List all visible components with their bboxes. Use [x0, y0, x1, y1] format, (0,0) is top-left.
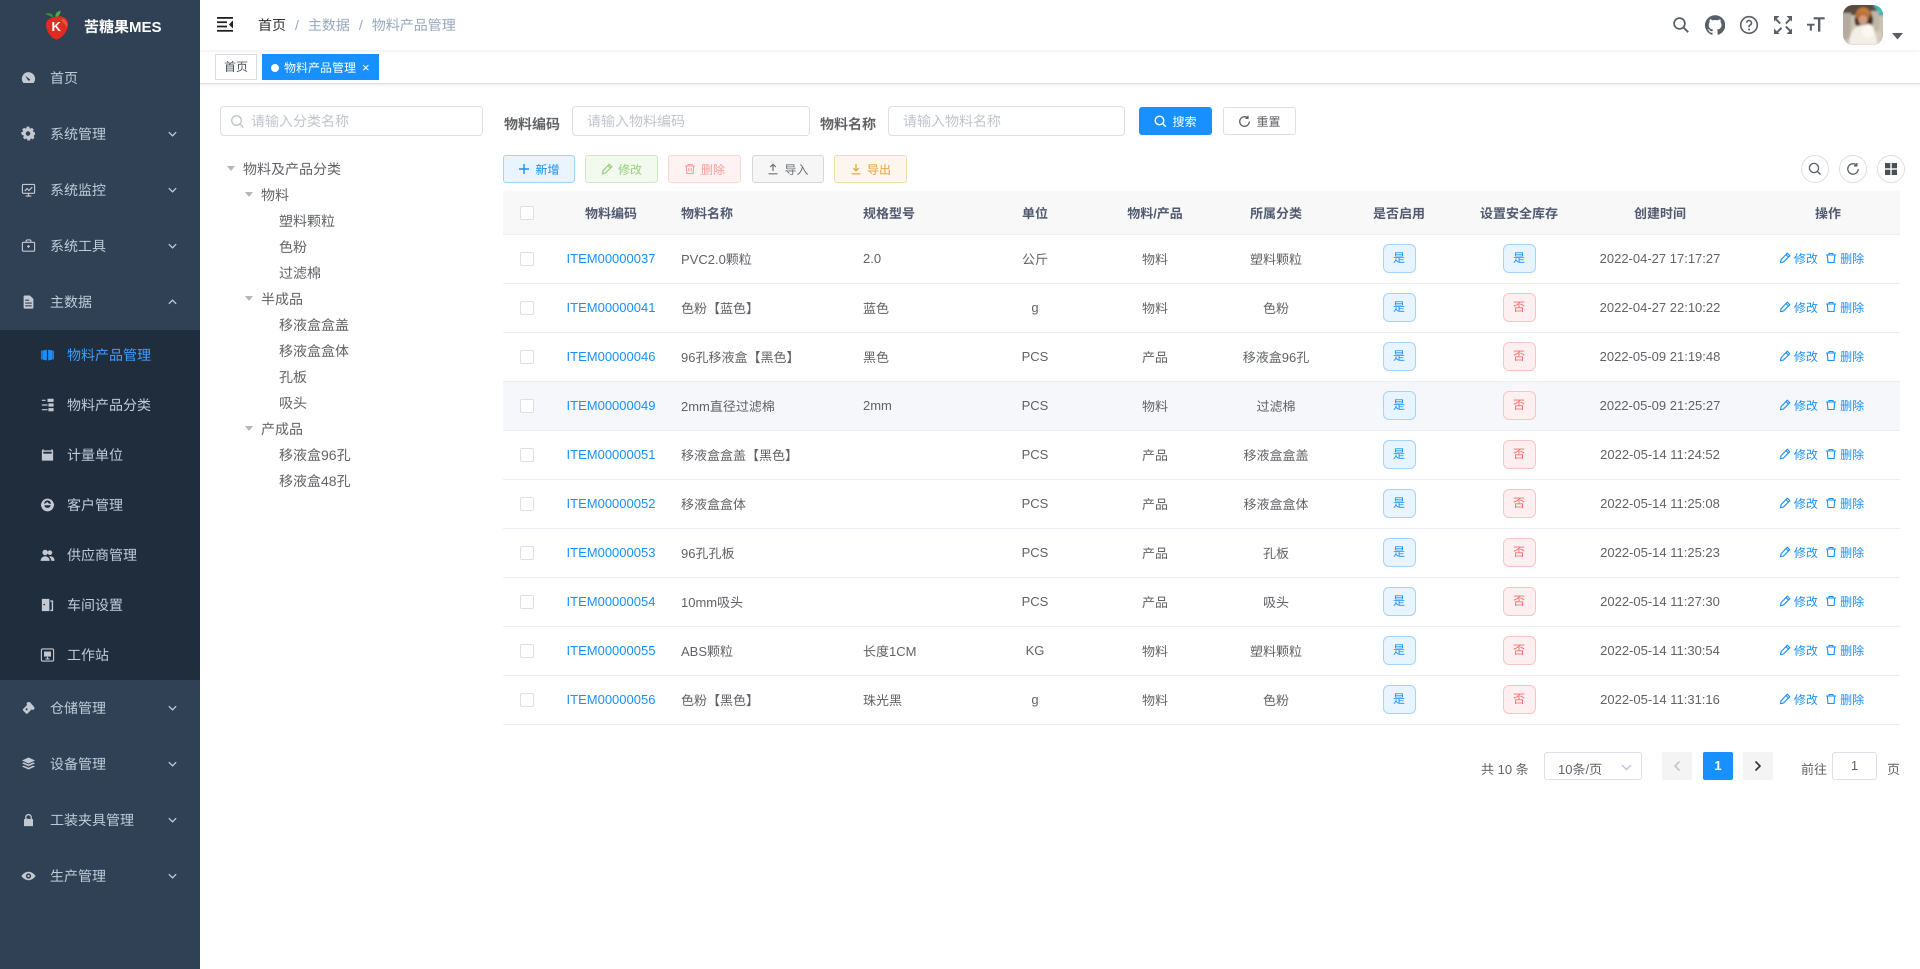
- svg-text:K: K: [52, 19, 62, 34]
